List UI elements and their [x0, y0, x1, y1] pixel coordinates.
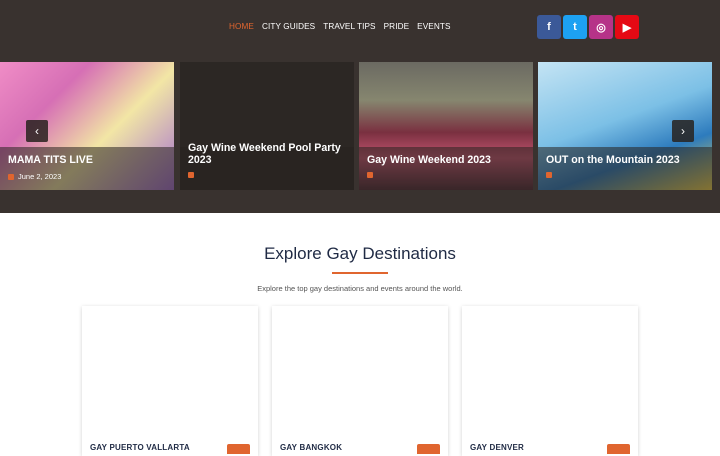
slider-prev-button[interactable]: ‹ [26, 120, 48, 142]
section-subtitle: Explore the top gay destinations and eve… [257, 284, 463, 293]
nav-travel-tips[interactable]: TRAVEL TIPS [323, 21, 375, 33]
twitter-icon[interactable]: t [563, 15, 587, 39]
nav-events[interactable]: EVENTS [417, 21, 450, 33]
destination-card[interactable]: GAY BANGKOK [272, 306, 448, 456]
youtube-icon[interactable]: ▶ [615, 15, 639, 39]
slide-date [367, 172, 373, 178]
destination-card[interactable]: GAY PUERTO VALLARTA [82, 306, 258, 456]
destination-button[interactable] [607, 444, 630, 454]
nav-city-guides[interactable]: CITY GUIDES [262, 21, 315, 33]
slide-title[interactable]: OUT on the Mountain 2023 [546, 154, 680, 166]
calendar-icon [8, 173, 14, 180]
destination-name[interactable]: GAY PUERTO VALLARTA [90, 443, 190, 452]
destination-button[interactable] [417, 444, 440, 454]
destination-name[interactable]: GAY BANGKOK [280, 443, 342, 452]
destination-card[interactable]: GAY DENVER [462, 306, 638, 456]
site-header: HOME CITY GUIDES TRAVEL TIPS PRIDE EVENT… [0, 0, 720, 213]
slide-title[interactable]: Gay Wine Weekend Pool Party 2023 [188, 142, 354, 166]
nav-home[interactable]: HOME [229, 21, 254, 33]
slide-date [546, 172, 552, 178]
events-slider: MAMA TITS LIVE June 2, 2023 Gay Wine Wee… [0, 62, 720, 190]
main-nav: HOME CITY GUIDES TRAVEL TIPS PRIDE EVENT… [229, 21, 459, 33]
social-links: f t ◎ ▶ [537, 15, 639, 39]
slide-date: June 2, 2023 [8, 172, 61, 181]
nav-pride[interactable]: PRIDE [384, 21, 410, 33]
slider-next-button[interactable]: › [672, 120, 694, 142]
slide-wine-pool-party[interactable]: Gay Wine Weekend Pool Party 2023 [180, 62, 354, 190]
calendar-icon [546, 172, 552, 178]
title-underline [332, 272, 388, 274]
slide-title[interactable]: MAMA TITS LIVE [8, 154, 93, 166]
slide-date [188, 172, 194, 178]
slide-date-text: June 2, 2023 [18, 172, 62, 181]
calendar-icon [367, 172, 373, 178]
instagram-icon[interactable]: ◎ [589, 15, 613, 39]
destination-button[interactable] [227, 444, 250, 454]
section-title: Explore Gay Destinations [264, 244, 456, 263]
chevron-left-icon: ‹ [35, 124, 39, 138]
calendar-icon [188, 172, 194, 178]
slide-title[interactable]: Gay Wine Weekend 2023 [367, 154, 491, 166]
facebook-icon[interactable]: f [537, 15, 561, 39]
slide-wine-weekend[interactable]: Gay Wine Weekend 2023 [359, 62, 533, 190]
destination-name[interactable]: GAY DENVER [470, 443, 524, 452]
chevron-right-icon: › [681, 124, 685, 138]
